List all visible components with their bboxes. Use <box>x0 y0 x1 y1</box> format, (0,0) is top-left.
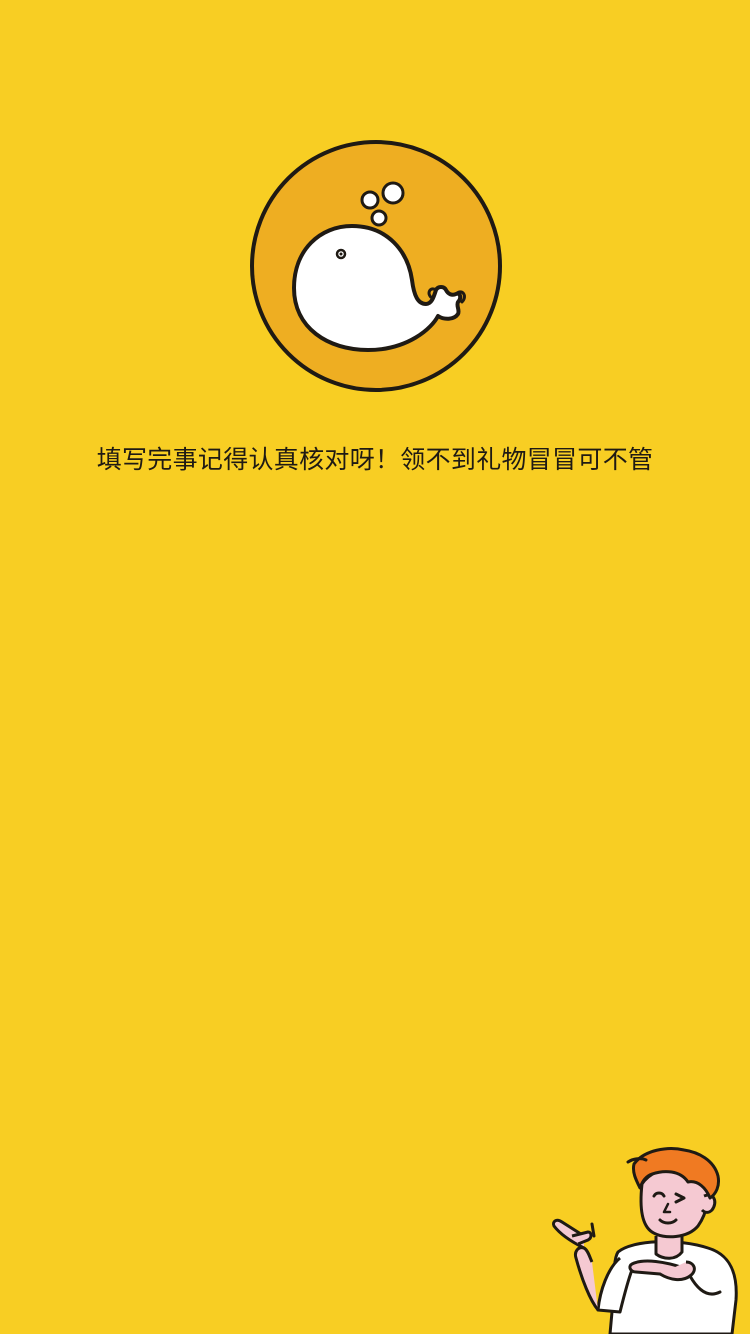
page: 填写完事记得认真核对呀！领不到礼物冒冒可不管 <box>0 0 750 1334</box>
notice-text: 填写完事记得认真核对呀！领不到礼物冒冒可不管 <box>96 445 654 474</box>
pointing-boy-illustration <box>548 1140 750 1334</box>
whale-logo-icon <box>248 138 504 394</box>
